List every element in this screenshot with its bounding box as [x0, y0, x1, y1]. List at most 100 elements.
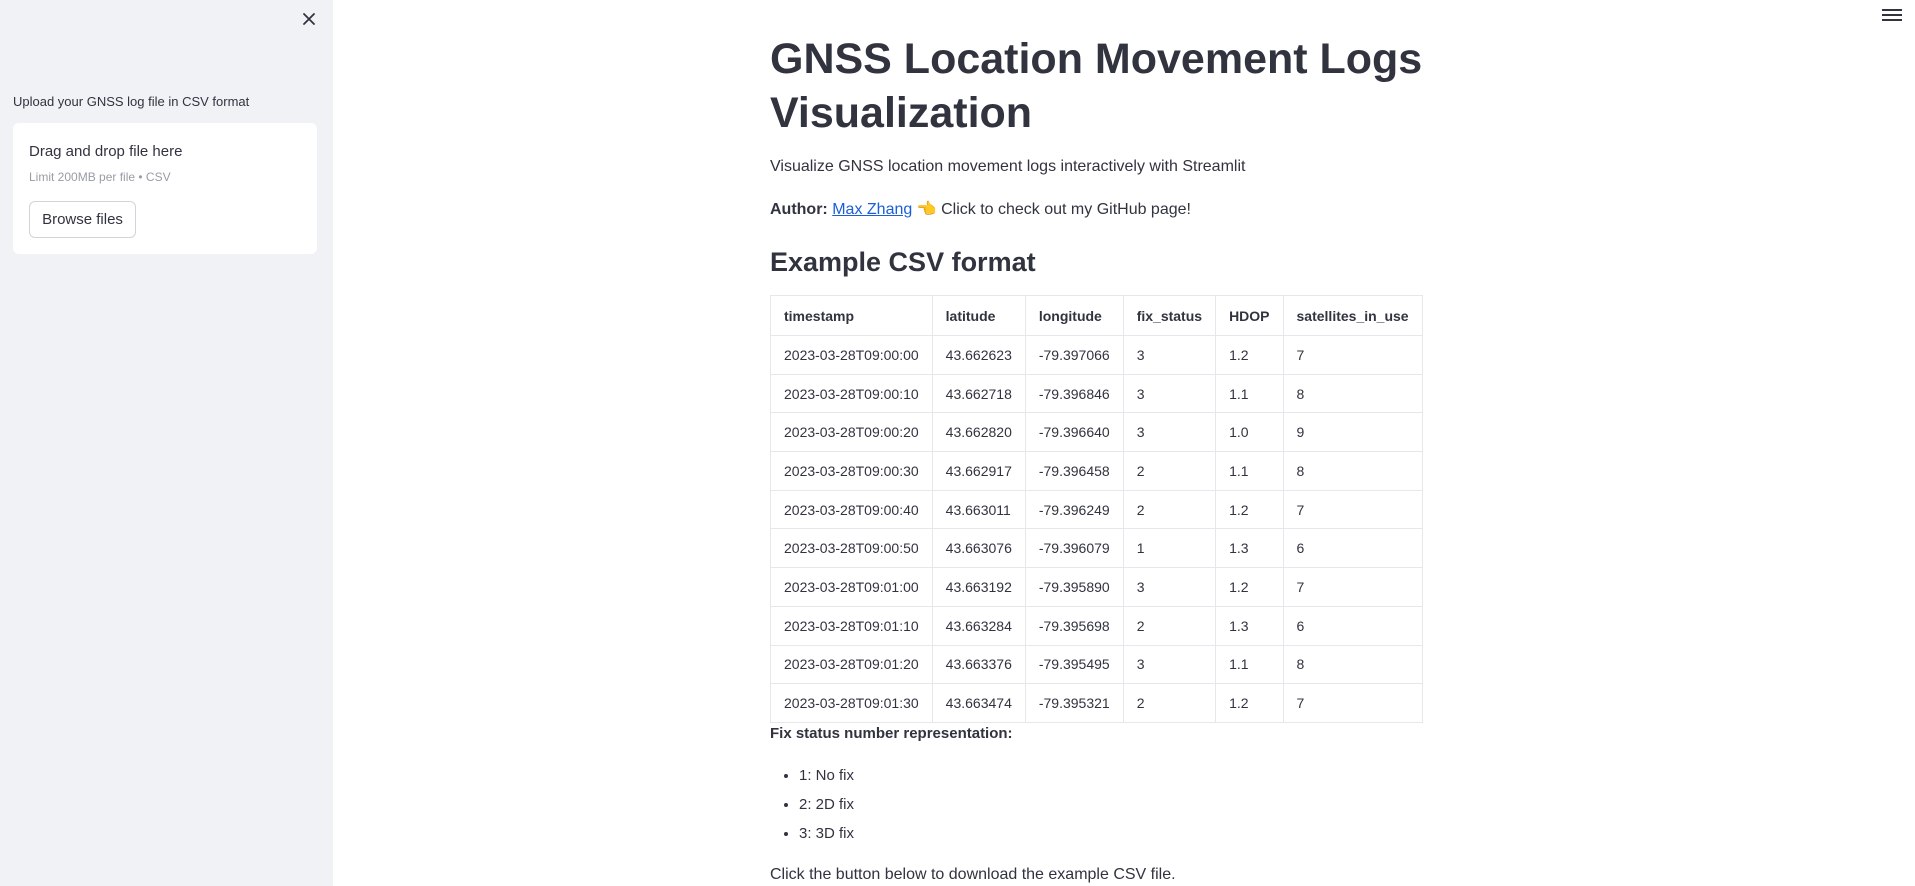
table-row: 2023-03-28T09:00:20 43.662820 -79.396640 3 1…: [770, 412, 1423, 453]
fix-status-title: Fix status number representation:: [770, 725, 1013, 742]
table-cell: 2023-03-28T09:01:00: [770, 567, 933, 607]
table-cell: 3: [1122, 644, 1217, 685]
upload-label: Upload your GNSS log file in CSV format: [13, 94, 250, 109]
table-cell: 3: [1122, 335, 1217, 375]
page-subtitle: Visualize GNSS location movement logs in…: [770, 158, 1246, 175]
table-cell: -79.397066: [1024, 335, 1124, 375]
column-header: timestamp: [770, 295, 933, 336]
table-cell: 6: [1282, 528, 1423, 569]
table-cell: 2023-03-28T09:01:30: [770, 683, 933, 723]
table-row: 2023-03-28T09:01:10 43.663284 -79.395698 2 1…: [770, 605, 1423, 646]
table-row: 2023-03-28T09:00:00 43.662623 -79.397066 3 1…: [770, 335, 1423, 375]
table-cell: 2023-03-28T09:00:00: [770, 335, 933, 375]
table-row: 2023-03-28T09:01:00 43.663192 -79.395890 3 1…: [770, 567, 1423, 607]
table-cell: -79.395321: [1024, 683, 1124, 723]
table-row: 2023-03-28T09:00:30 43.662917 -79.396458 2 1…: [770, 451, 1423, 491]
table-cell: 8: [1282, 451, 1423, 491]
table-cell: 2023-03-28T09:00:40: [770, 489, 933, 530]
table-cell: 43.662917: [931, 451, 1026, 491]
table-row: 2023-03-28T09:00:50 43.663076 -79.396079 1 1…: [770, 528, 1423, 569]
table-cell: -79.396079: [1024, 528, 1124, 569]
sidebar: Upload your GNSS log file in CSV format …: [0, 0, 333, 886]
dropzone-title: Drag and drop file here: [29, 143, 183, 160]
table-cell: 2: [1122, 683, 1217, 723]
table-cell: 1.0: [1215, 412, 1284, 453]
table-cell: 2023-03-28T09:01:20: [770, 644, 933, 685]
table-cell: 1.1: [1215, 451, 1284, 491]
table-cell: 2: [1122, 489, 1217, 530]
table-row: 2023-03-28T09:01:30 43.663474 -79.395321 2 1…: [770, 683, 1423, 723]
table-cell: -79.395495: [1024, 644, 1124, 685]
section-title: Example CSV format: [770, 247, 1036, 277]
close-icon[interactable]: [297, 7, 321, 31]
table-cell: 43.663376: [931, 644, 1026, 685]
table-cell: 2023-03-28T09:01:10: [770, 605, 933, 646]
table-cell: 43.663474: [931, 683, 1026, 723]
table-cell: 43.663011: [931, 489, 1026, 530]
table-cell: 1.2: [1215, 567, 1284, 607]
table-cell: 1.1: [1215, 373, 1284, 414]
table-cell: -79.396640: [1024, 412, 1124, 453]
column-header: latitude: [931, 295, 1026, 336]
hamburger-menu-icon[interactable]: [1882, 9, 1902, 27]
table-cell: 2023-03-28T09:00:50: [770, 528, 933, 569]
table-cell: 7: [1282, 683, 1423, 723]
dropzone-limit: Limit 200MB per file • CSV: [29, 170, 171, 184]
author-link[interactable]: Max Zhang: [832, 201, 912, 218]
table-header-row: timestamp latitude longitude fix_status …: [770, 295, 1423, 336]
table-cell: 8: [1282, 644, 1423, 685]
list-item: 2: 2D fix: [799, 791, 854, 820]
table-cell: 1: [1122, 528, 1217, 569]
table-cell: 3: [1122, 567, 1217, 607]
column-header: satellites_in_use: [1282, 295, 1423, 336]
author-line: Author: Max Zhang 👈 Click to check out m…: [770, 199, 1191, 219]
table-cell: 7: [1282, 567, 1423, 607]
table-cell: 2: [1122, 605, 1217, 646]
table-cell: 1.1: [1215, 644, 1284, 685]
table-cell: 2: [1122, 451, 1217, 491]
table-cell: 1.2: [1215, 335, 1284, 375]
table-cell: -79.396249: [1024, 489, 1124, 530]
table-cell: 43.662820: [931, 412, 1026, 453]
table-cell: 1.2: [1215, 489, 1284, 530]
pointing-hand-icon: 👈: [916, 201, 937, 218]
example-csv-table: timestamp latitude longitude fix_status …: [770, 295, 1423, 723]
table-cell: 3: [1122, 412, 1217, 453]
table-cell: 2023-03-28T09:00:20: [770, 412, 933, 453]
list-item: 1: No fix: [799, 762, 854, 791]
table-cell: 1.3: [1215, 605, 1284, 646]
column-header: HDOP: [1215, 295, 1284, 336]
table-cell: 2023-03-28T09:00:30: [770, 451, 933, 491]
table-cell: 8: [1282, 373, 1423, 414]
fix-status-list: 1: No fix 2: 2D fix 3: 3D fix: [770, 762, 854, 849]
table-cell: 43.663284: [931, 605, 1026, 646]
author-suffix: Click to check out my GitHub page!: [936, 201, 1191, 218]
table-cell: 43.662623: [931, 335, 1026, 375]
table-cell: -79.395890: [1024, 567, 1124, 607]
table-cell: 3: [1122, 373, 1217, 414]
list-item: 3: 3D fix: [799, 820, 854, 849]
author-label: Author:: [770, 201, 828, 218]
download-note: Click the button below to download the e…: [770, 866, 1176, 883]
table-cell: 9: [1282, 412, 1423, 453]
table-row: 2023-03-28T09:00:10 43.662718 -79.396846 3 1…: [770, 373, 1423, 414]
column-header: fix_status: [1122, 295, 1217, 336]
table-cell: -79.396458: [1024, 451, 1124, 491]
file-dropzone[interactable]: Drag and drop file here Limit 200MB per …: [13, 123, 317, 254]
browse-files-button[interactable]: Browse files: [29, 201, 136, 238]
table-cell: 1.3: [1215, 528, 1284, 569]
table-row: 2023-03-28T09:01:20 43.663376 -79.395495 3 1…: [770, 644, 1423, 685]
table-cell: -79.395698: [1024, 605, 1124, 646]
table-cell: 7: [1282, 489, 1423, 530]
table-cell: 43.663076: [931, 528, 1026, 569]
page-title: GNSS Location Movement Logs Visualizatio…: [770, 35, 1423, 137]
table-cell: 43.662718: [931, 373, 1026, 414]
table-cell: -79.396846: [1024, 373, 1124, 414]
table-row: 2023-03-28T09:00:40 43.663011 -79.396249 2 1…: [770, 489, 1423, 530]
table-cell: 6: [1282, 605, 1423, 646]
column-header: longitude: [1024, 295, 1124, 336]
table-cell: 43.663192: [931, 567, 1026, 607]
table-cell: 1.2: [1215, 683, 1284, 723]
table-cell: 7: [1282, 335, 1423, 375]
table-cell: 2023-03-28T09:00:10: [770, 373, 933, 414]
